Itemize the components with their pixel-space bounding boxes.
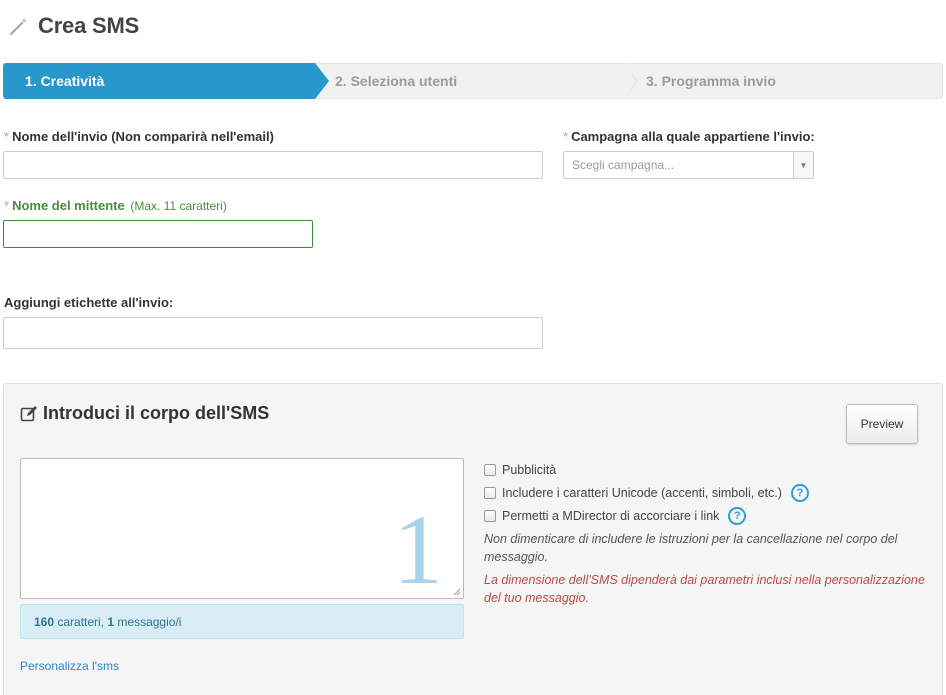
sms-options: Pubblicità Includere i caratteri Unicode… — [484, 458, 934, 607]
preview-button[interactable]: Preview — [846, 404, 918, 444]
tags-label: Aggiungi etichette all'invio: — [4, 295, 174, 310]
step-schedule-send[interactable]: 3. Programma invio — [625, 63, 943, 99]
size-warning: La dimensione dell'SMS dipenderà dai par… — [484, 573, 925, 605]
unsubscribe-note: Non dimenticare di includere le istruzio… — [484, 532, 898, 564]
sender-name-input[interactable] — [3, 220, 313, 248]
campaign-select-placeholder: Scegli campagna... — [572, 158, 675, 172]
sms-body-panel: Introduci il corpo dell'SMS Preview 1 16… — [3, 383, 943, 695]
unicode-checkbox[interactable] — [484, 486, 496, 499]
campaign-label: * Campagna alla quale appartiene l'invio: — [563, 129, 815, 144]
tags-input[interactable] — [3, 317, 543, 349]
step-select-users[interactable]: 2. Seleziona utenti — [315, 63, 637, 99]
campaign-select[interactable]: Scegli campagna... ▼ — [563, 151, 814, 179]
sender-name-hint: (Max. 11 caratteri) — [130, 199, 227, 213]
page-header: Crea SMS — [8, 10, 139, 42]
advertising-checkbox[interactable] — [484, 463, 496, 476]
message-count: 1 — [107, 614, 115, 629]
char-count: 160 — [34, 614, 55, 629]
resize-grip-icon[interactable] — [453, 588, 461, 596]
sms-body-title: Introduci il corpo dell'SMS — [20, 403, 269, 424]
chevron-down-icon[interactable]: ▼ — [793, 152, 813, 178]
shorten-links-checkbox[interactable] — [484, 509, 496, 522]
required-mark: * — [4, 198, 10, 213]
message-count-display: 1 — [393, 494, 443, 605]
sms-body-textarea[interactable]: 1 — [20, 458, 464, 605]
option-shorten-links[interactable]: Permetti a MDirector di accorciare i lin… — [484, 504, 934, 527]
required-mark: * — [563, 129, 569, 144]
option-advertising[interactable]: Pubblicità — [484, 458, 934, 481]
help-icon[interactable]: ? — [728, 506, 747, 525]
step-creativity[interactable]: 1. Creatività — [3, 63, 329, 99]
edit-icon — [20, 405, 38, 423]
page-title: Crea SMS — [38, 13, 140, 38]
wizard-steps: 1. Creatività 2. Seleziona utenti 3. Pro… — [3, 63, 943, 99]
send-name-label: * Nome dell'invio (Non comparirà nell'ema… — [4, 129, 274, 144]
magic-wand-icon — [8, 15, 30, 37]
required-mark: * — [4, 129, 10, 144]
help-icon[interactable]: ? — [790, 483, 809, 502]
sms-length-info: 160 caratteri, 1 messaggio/i — [20, 604, 464, 639]
personalize-sms-link[interactable]: Personalizza l'sms — [20, 659, 119, 673]
option-unicode[interactable]: Includere i caratteri Unicode (accenti, … — [484, 481, 934, 504]
send-name-input[interactable] — [3, 151, 543, 179]
sender-name-label: * Nome del mittente (Max. 11 caratteri) — [4, 198, 227, 213]
